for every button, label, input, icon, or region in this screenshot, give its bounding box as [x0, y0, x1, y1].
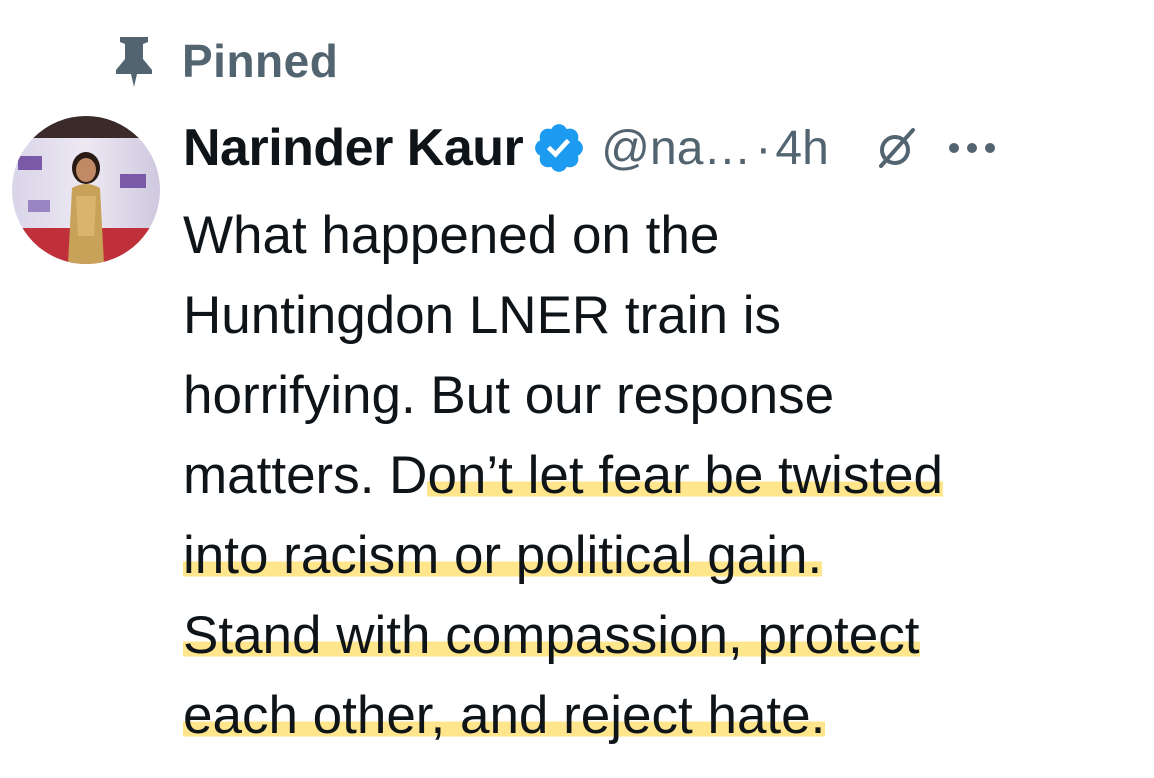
- tweet-line: What happened on the: [183, 196, 1143, 276]
- tweet-line: Stand with compassion, protect: [183, 596, 1143, 676]
- tweet-line: each other, and reject hate.: [183, 676, 1143, 756]
- highlighted-text: Stand with compassion, protect: [183, 606, 920, 665]
- highlighted-text: each other, and reject hate.: [183, 686, 826, 745]
- highlighted-text: on’t let fear be twisted: [427, 446, 943, 505]
- tweet-line: Huntingdon LNER train is: [183, 276, 1143, 356]
- verified-badge-icon[interactable]: [531, 120, 587, 176]
- separator-dot: ·: [755, 121, 772, 175]
- author-handle[interactable]: @na…: [601, 121, 751, 176]
- tweet-text-segment: horrifying. But our response: [183, 366, 835, 425]
- pinned-label: Pinned: [182, 35, 339, 87]
- tweet-text-segment: What happened on the: [183, 206, 720, 265]
- pin-icon: [116, 37, 152, 87]
- tweet-text-segment: matters. D: [183, 446, 428, 505]
- grok-icon[interactable]: [875, 126, 919, 170]
- more-icon[interactable]: [947, 141, 997, 155]
- post-time[interactable]: 4h: [775, 121, 828, 176]
- pinned-indicator: Pinned: [108, 30, 338, 92]
- tweet-text: What happened on the Huntingdon LNER tra…: [183, 196, 1143, 756]
- display-name[interactable]: Narinder Kaur: [183, 118, 524, 178]
- highlighted-text: into racism or political gain.: [183, 526, 823, 585]
- tweet-line: matters. Don’t let fear be twisted: [183, 436, 1143, 516]
- tweet-line: into racism or political gain.: [183, 516, 1143, 596]
- tweet-text-segment: Huntingdon LNER train is: [183, 286, 782, 345]
- avatar[interactable]: [12, 116, 160, 264]
- tweet-header: Narinder Kaur @na… · 4h: [183, 112, 1143, 184]
- tweet-line: horrifying. But our response: [183, 356, 1143, 436]
